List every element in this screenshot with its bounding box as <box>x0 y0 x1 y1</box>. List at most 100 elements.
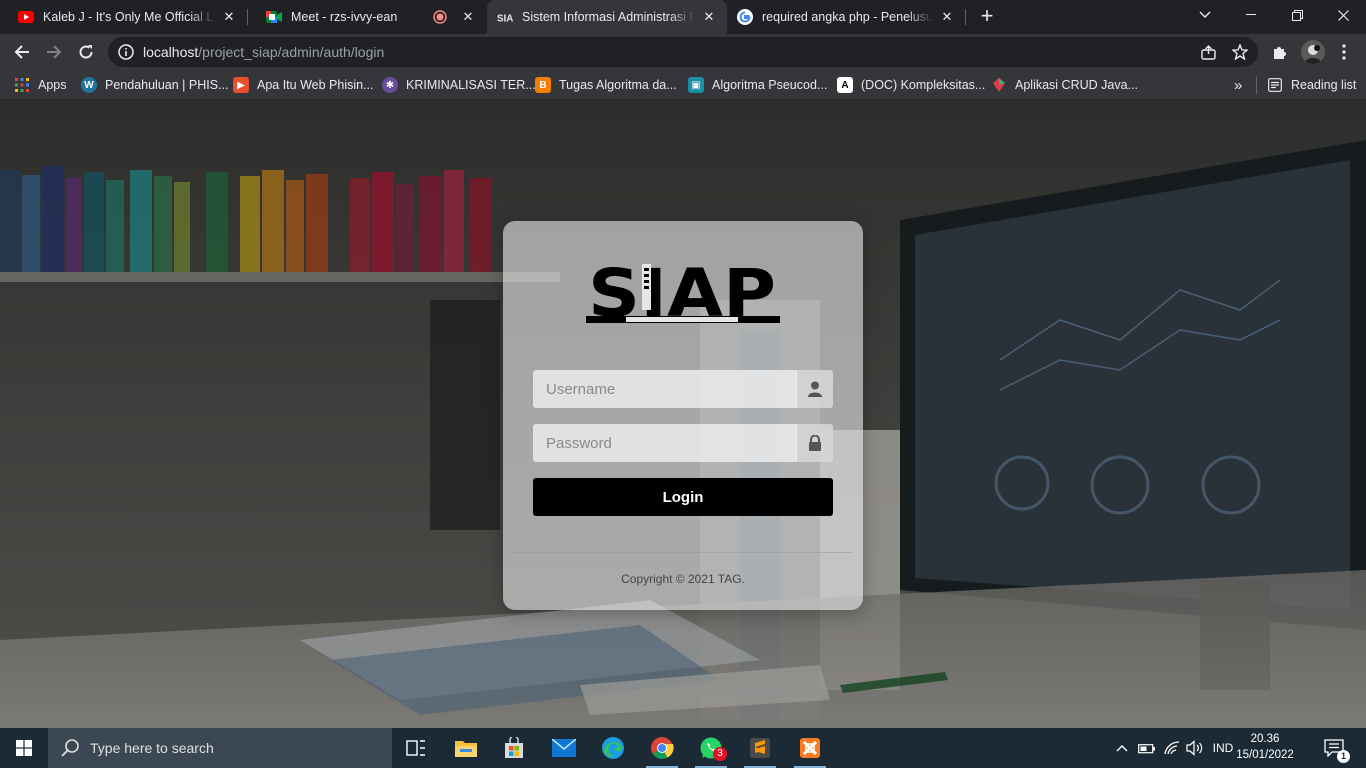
password-addon <box>796 424 833 462</box>
wordpress-icon: W <box>81 77 97 93</box>
login-page: SIAP Login Copyright © 2021 TAG. <box>0 100 1366 728</box>
bookmark-item[interactable]: B Tugas Algoritma da... <box>535 76 677 94</box>
bookmark-label: (DOC) Kompleksitas... <box>861 78 986 92</box>
arrow-left-icon <box>14 45 29 59</box>
new-tab-button[interactable]: + <box>976 5 998 28</box>
action-center-button[interactable]: 1 <box>1316 728 1352 768</box>
tab-title: required angka php - Penelusuran Google <box>762 10 933 24</box>
taskbar-search-box[interactable]: Type here to search <box>48 728 392 768</box>
restore-button[interactable] <box>1274 0 1320 30</box>
battery-icon <box>1138 744 1155 754</box>
mail-icon <box>552 739 576 757</box>
forward-button[interactable] <box>40 38 68 66</box>
bookmark-label: Apps <box>38 78 67 92</box>
recording-icon <box>432 9 448 25</box>
reload-button[interactable] <box>72 38 100 66</box>
user-icon <box>808 381 822 397</box>
address-bar[interactable]: localhost/project_siap/admin/auth/login <box>108 37 1258 67</box>
url-text[interactable]: localhost/project_siap/admin/auth/login <box>143 44 384 60</box>
bookmark-item[interactable]: Aplikasi CRUD Java... <box>991 76 1138 94</box>
bookmark-apps[interactable]: Apps <box>14 76 67 94</box>
username-input[interactable] <box>533 370 796 408</box>
back-button[interactable] <box>8 38 36 66</box>
battery-status[interactable] <box>1136 728 1158 768</box>
reading-list-button[interactable]: Reading list <box>1267 76 1356 94</box>
sublime-text-app[interactable] <box>736 728 784 768</box>
bookmarks-overflow-button[interactable]: » <box>1234 76 1242 94</box>
academia-icon: A <box>837 77 853 93</box>
profile-avatar[interactable] <box>1301 40 1325 64</box>
input-language[interactable]: IND <box>1208 728 1238 768</box>
tab-title: Kaleb J - It's Only Me Official Lyric Vi… <box>43 10 215 24</box>
show-hidden-icons-button[interactable] <box>1112 728 1132 768</box>
login-button[interactable]: Login <box>533 478 833 516</box>
info-icon[interactable] <box>118 44 134 60</box>
blogger-icon: B <box>535 77 551 93</box>
bookmark-star-icon[interactable] <box>1232 44 1248 60</box>
whatsapp-app[interactable]: 3 <box>687 728 735 768</box>
more-menu-icon[interactable] <box>1334 42 1354 62</box>
xampp-icon <box>800 738 820 758</box>
password-input[interactable] <box>533 424 796 462</box>
chrome-app[interactable] <box>638 728 686 768</box>
search-icon <box>61 739 79 757</box>
tab-google-search[interactable]: required angka php - Penelusuran Google … <box>727 0 965 34</box>
task-view-button[interactable] <box>392 728 440 768</box>
tab-youtube[interactable]: Kaleb J - It's Only Me Official Lyric Vi… <box>0 0 247 34</box>
close-tab-icon[interactable]: ✕ <box>460 9 476 25</box>
youtube-icon <box>18 9 34 25</box>
copyright-text: Copyright © 2021 TAG. <box>621 572 745 586</box>
bookmark-item[interactable]: A (DOC) Kompleksitas... <box>837 76 985 94</box>
volume-control[interactable] <box>1184 728 1206 768</box>
reload-icon <box>79 45 93 59</box>
siap-logo-image: SIAP <box>586 255 780 332</box>
tab-siap[interactable]: SIAP Sistem Informasi Administrasi Perus… <box>487 0 727 34</box>
arrow-right-icon <box>47 45 62 59</box>
xampp-app[interactable] <box>786 728 834 768</box>
apps-grid-icon <box>14 77 30 93</box>
bookmark-item[interactable]: ✱ KRIMINALISASI TER... <box>382 76 536 94</box>
sublime-text-icon <box>750 738 770 758</box>
bookmark-item[interactable]: W Pendahuluan | PHIS... <box>81 76 228 94</box>
lock-icon <box>809 435 821 451</box>
google-meet-icon <box>266 9 282 25</box>
file-explorer-app[interactable] <box>442 728 490 768</box>
edge-app[interactable] <box>589 728 637 768</box>
minimize-button[interactable] <box>1228 0 1274 30</box>
close-tab-icon[interactable]: ✕ <box>221 9 237 25</box>
extensions-puzzle-icon[interactable] <box>1270 42 1290 62</box>
start-button[interactable] <box>0 728 48 768</box>
tab-meet[interactable]: Meet - rzs-ivvy-ean ✕ <box>248 0 486 34</box>
search-placeholder: Type here to search <box>90 740 214 756</box>
notification-count-badge: 1 <box>1337 750 1350 763</box>
network-status[interactable] <box>1160 728 1184 768</box>
wifi-icon <box>1164 741 1180 755</box>
browser-toolbar: localhost/project_siap/admin/auth/login <box>0 34 1366 70</box>
tab-title: Meet - rzs-ivvy-ean <box>291 10 398 24</box>
siap-logo-icon: SIAP <box>497 9 513 25</box>
bookmark-item[interactable]: ▣ Algoritma Pseucod... <box>688 76 827 94</box>
windows-logo-icon <box>16 740 32 756</box>
reading-list-icon <box>1267 77 1283 93</box>
card-divider <box>513 552 853 553</box>
windows-taskbar: Type here to search 3 IND 20.36 15/01/20… <box>0 728 1366 768</box>
google-icon <box>737 9 753 25</box>
clock-time: 20.36 <box>1250 733 1280 745</box>
bookmark-label: KRIMINALISASI TER... <box>406 78 536 92</box>
close-window-button[interactable] <box>1320 0 1366 30</box>
microsoft-store-app[interactable] <box>490 728 538 768</box>
bookmark-label: Apa Itu Web Phisin... <box>257 78 374 92</box>
task-view-icon <box>406 740 425 756</box>
url-path: /project_siap/admin/auth/login <box>198 44 385 60</box>
bookmark-red-icon: ▶ <box>233 77 249 93</box>
close-tab-icon[interactable]: ✕ <box>701 9 717 25</box>
mail-app[interactable] <box>540 728 588 768</box>
close-tab-icon[interactable]: ✕ <box>939 9 955 25</box>
reading-list-label: Reading list <box>1291 78 1357 92</box>
share-icon[interactable] <box>1200 44 1216 60</box>
tab-search-icon[interactable] <box>1182 0 1228 30</box>
system-clock[interactable]: 20.36 15/01/2022 <box>1236 731 1294 763</box>
chevron-up-icon <box>1116 745 1128 752</box>
folder-icon <box>455 741 477 757</box>
bookmark-item[interactable]: ▶ Apa Itu Web Phisin... <box>233 76 374 94</box>
